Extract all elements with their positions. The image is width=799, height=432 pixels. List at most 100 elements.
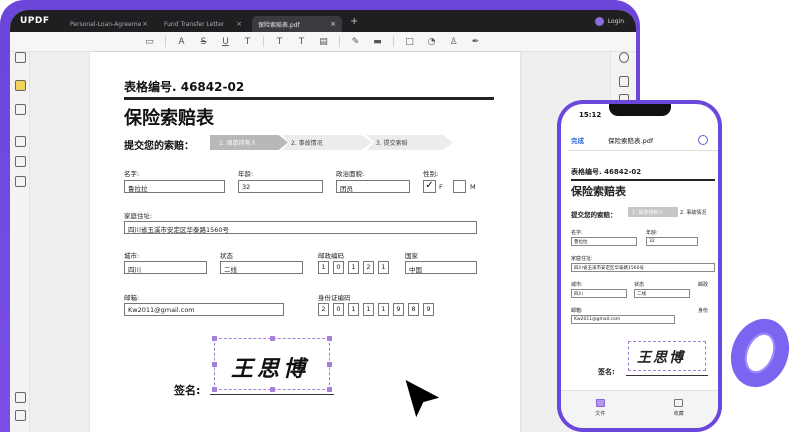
- phone-footer: 文件 收藏: [561, 390, 718, 428]
- resize-handle[interactable]: [327, 387, 332, 392]
- underline-tool[interactable]: U: [219, 37, 232, 47]
- layers-icon[interactable]: [15, 392, 26, 403]
- phone-address-field[interactable]: 四川省玉溪市安定区华泰路1560号: [571, 263, 715, 272]
- bookmark-icon[interactable]: [15, 410, 26, 421]
- postcode-field: 1 0 1 2 1: [318, 261, 389, 274]
- phone-age-field[interactable]: 32: [646, 237, 698, 246]
- shape-icon[interactable]: □: [403, 37, 416, 47]
- postcode-digit[interactable]: 0: [333, 261, 344, 274]
- color-icon[interactable]: ◔: [425, 37, 438, 47]
- phone-signature-label: 签名:: [598, 368, 615, 376]
- stamp-icon[interactable]: ♙: [447, 37, 460, 47]
- favorites-tab[interactable]: 收藏: [674, 399, 684, 417]
- tab-label: 保险索赔表.pdf: [258, 21, 300, 29]
- id-digit[interactable]: 0: [333, 303, 344, 316]
- edit-icon[interactable]: [15, 104, 26, 115]
- id-digit[interactable]: 2: [318, 303, 329, 316]
- form-number: 表格编号. 46842-02: [124, 80, 245, 94]
- textbox-tool[interactable]: T: [295, 37, 308, 47]
- resize-handle[interactable]: [212, 362, 217, 367]
- address-field[interactable]: 四川省玉溪市安定区华泰路1560号: [124, 221, 477, 234]
- city-label: 城市:: [124, 252, 140, 260]
- done-button[interactable]: 完成: [571, 135, 584, 145]
- country-field[interactable]: 中国: [405, 261, 477, 274]
- phone-email-label: 邮箱:: [571, 308, 583, 314]
- login-button[interactable]: Login: [594, 16, 624, 26]
- close-icon[interactable]: ×: [236, 20, 242, 28]
- phone-signature-box[interactable]: 王思博: [628, 341, 706, 371]
- age-field[interactable]: 32: [238, 180, 323, 193]
- resize-handle[interactable]: [212, 387, 217, 392]
- politics-field[interactable]: 团员: [336, 180, 410, 193]
- name-label: 名字:: [124, 170, 140, 178]
- squiggly-tool[interactable]: T: [241, 37, 254, 47]
- state-field[interactable]: 二线: [220, 261, 303, 274]
- close-icon[interactable]: ×: [330, 20, 336, 28]
- resize-handle[interactable]: [270, 387, 275, 392]
- postcode-digit[interactable]: 2: [363, 261, 374, 274]
- gender-m-checkbox[interactable]: [453, 180, 466, 193]
- convert-icon[interactable]: [619, 76, 629, 87]
- state-label: 状态: [220, 252, 233, 260]
- postcode-label: 邮政编码: [318, 252, 344, 260]
- thumbnail-icon[interactable]: [15, 52, 26, 63]
- left-sidebar: [10, 52, 30, 432]
- phone-notch: [609, 104, 671, 116]
- id-digit[interactable]: 1: [348, 303, 359, 316]
- signature-label: 签名:: [174, 384, 201, 397]
- toolbar-divider: [393, 36, 394, 47]
- comment-icon[interactable]: ▭: [143, 37, 156, 47]
- tab-personal-loan[interactable]: Personal-Loan-Agreeme ×: [64, 16, 154, 32]
- pencil-icon[interactable]: ✎: [349, 37, 362, 47]
- gender-f-checkbox[interactable]: ✓: [423, 180, 436, 193]
- resize-handle[interactable]: [327, 362, 332, 367]
- folder-icon: [595, 399, 605, 407]
- signature-line: [210, 394, 334, 395]
- callout-icon[interactable]: ▤: [317, 37, 330, 47]
- resize-handle[interactable]: [270, 336, 275, 341]
- mouse-cursor-icon: [402, 376, 445, 422]
- signature-box[interactable]: 王思博: [212, 336, 332, 392]
- id-digit[interactable]: 8: [408, 303, 419, 316]
- city-field[interactable]: 四川: [124, 261, 207, 274]
- phone-signature-image: 王思博: [637, 350, 685, 366]
- eraser-icon[interactable]: ▬: [371, 37, 384, 47]
- files-tab-label: 文件: [595, 411, 606, 417]
- page-tools-icon[interactable]: [15, 176, 26, 187]
- tab-bar: UPDF Personal-Loan-Agreeme × Fund Transfe…: [10, 10, 636, 32]
- phone-header-rule: [571, 179, 715, 181]
- new-tab-button[interactable]: +: [350, 16, 358, 27]
- tab-insurance-claim[interactable]: 保险索赔表.pdf ×: [252, 16, 342, 32]
- strikethrough-tool[interactable]: S: [197, 37, 210, 47]
- phone-step-2: 2. 事故情况: [680, 210, 707, 216]
- phone-email-field[interactable]: Kw2011@gmail.com: [571, 315, 675, 324]
- highlight-tool[interactable]: A: [175, 37, 188, 47]
- toolbar-divider: [263, 36, 264, 47]
- close-icon[interactable]: ×: [142, 20, 148, 28]
- phone-name-field[interactable]: 鲁拉拉: [571, 237, 637, 246]
- id-digit[interactable]: 1: [363, 303, 374, 316]
- phone-city-field[interactable]: 四川: [571, 289, 627, 298]
- postcode-digit[interactable]: 1: [318, 261, 329, 274]
- files-tab[interactable]: 文件: [595, 399, 605, 417]
- postcode-digit[interactable]: 1: [378, 261, 389, 274]
- id-digit[interactable]: 9: [393, 303, 404, 316]
- tab-fund-transfer[interactable]: Fund Transfer Letter ×: [158, 16, 248, 32]
- id-digit[interactable]: 1: [378, 303, 389, 316]
- resize-handle[interactable]: [327, 336, 332, 341]
- form-icon[interactable]: [15, 136, 26, 147]
- organize-icon[interactable]: [15, 156, 26, 167]
- search-icon[interactable]: [619, 52, 629, 63]
- resize-handle[interactable]: [212, 336, 217, 341]
- name-field[interactable]: 鲁拉拉: [124, 180, 225, 193]
- postcode-digit[interactable]: 1: [348, 261, 359, 274]
- text-tool[interactable]: T: [273, 37, 286, 47]
- id-digit[interactable]: 9: [423, 303, 434, 316]
- age-label: 年龄:: [238, 170, 254, 178]
- phone-state-field[interactable]: 二线: [634, 289, 690, 298]
- signature-icon[interactable]: ✒: [469, 37, 482, 47]
- gender-f-label: F: [439, 183, 443, 191]
- comment-mode-icon[interactable]: [15, 80, 26, 91]
- markup-icon[interactable]: [698, 135, 708, 145]
- email-field[interactable]: Kw2011@gmail.com: [124, 303, 284, 316]
